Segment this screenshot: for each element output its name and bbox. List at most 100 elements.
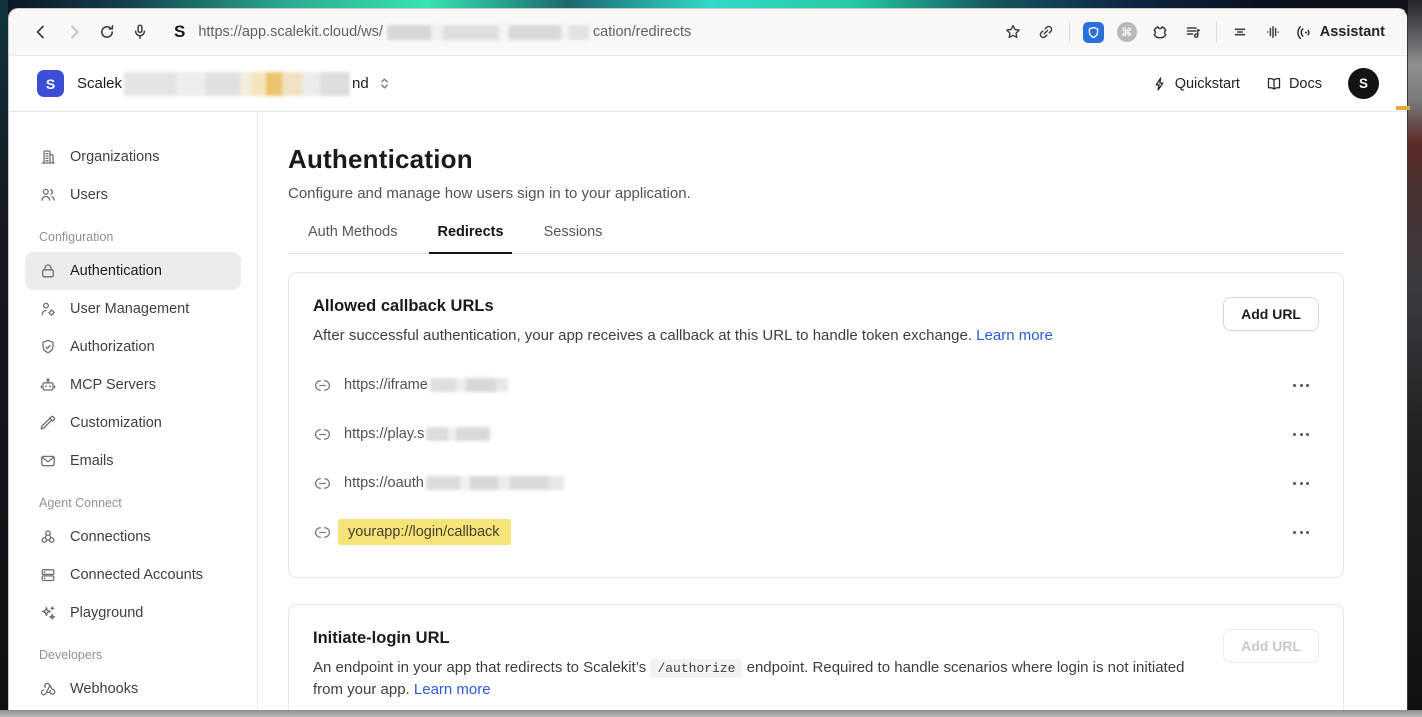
- url-row-menu-button[interactable]: [1291, 476, 1311, 491]
- toolbar-separator: [1216, 21, 1217, 43]
- card-description: After successful authentication, your ap…: [313, 325, 1053, 347]
- sidebar-item-label: Webhooks: [70, 681, 138, 697]
- sidebar-item-emails[interactable]: Emails: [25, 442, 241, 480]
- assistant-label: Assistant: [1320, 24, 1385, 40]
- sidebar-item-users[interactable]: Users: [25, 176, 241, 214]
- quickstart-button[interactable]: Quickstart: [1152, 76, 1240, 92]
- sidebar-item-label: Playground: [70, 605, 143, 621]
- workspace-environment-switcher[interactable]: Scalek nd: [77, 72, 392, 96]
- sidebar: Organizations Users Configuration Authen…: [9, 112, 258, 717]
- sidebar-item-connections[interactable]: Connections: [25, 518, 241, 556]
- equalizer-icon[interactable]: [1263, 22, 1283, 42]
- url-redacted-part: [426, 476, 564, 490]
- sidebar-item-playground[interactable]: Playground: [25, 594, 241, 632]
- initiate-login-url-card: Initiate-login URL An endpoint in your a…: [288, 604, 1344, 717]
- url-prefix: https://app.scalekit.cloud/ws/: [198, 24, 383, 40]
- user-gear-icon: [39, 300, 57, 318]
- authorize-code-chip: /authorize: [650, 659, 742, 678]
- sidebar-item-label: Users: [70, 187, 108, 203]
- card-description-text: An endpoint in your app that redirects t…: [313, 659, 646, 676]
- learn-more-link[interactable]: Learn more: [414, 681, 491, 698]
- sidebar-item-customization[interactable]: Customization: [25, 404, 241, 442]
- link-icon: [313, 523, 332, 542]
- quickstart-label: Quickstart: [1175, 76, 1240, 92]
- paintbrush-icon: [39, 414, 57, 432]
- sidebar-item-user-management[interactable]: User Management: [25, 290, 241, 328]
- add-url-button-disabled[interactable]: Add URL: [1223, 629, 1319, 663]
- browser-toolbar: S https://app.scalekit.cloud/ws/ cation/…: [9, 9, 1407, 56]
- reader-mode-icon[interactable]: [1230, 22, 1250, 42]
- assistant-wave-icon: [1296, 24, 1313, 41]
- card-header: Allowed callback URLs After successful a…: [313, 297, 1319, 347]
- link-icon: [313, 474, 332, 493]
- workspace-name-prefix: Scalek: [77, 75, 122, 92]
- robot-icon: [39, 376, 57, 394]
- url-row-menu-button[interactable]: [1291, 525, 1311, 540]
- url-redacted-part: [430, 378, 508, 392]
- assistant-button[interactable]: Assistant: [1296, 24, 1385, 41]
- sidebar-item-connected-accounts[interactable]: Connected Accounts: [25, 556, 241, 594]
- url-suffix: cation/redirects: [593, 24, 691, 40]
- lock-icon: [39, 262, 57, 280]
- browser-window: S https://app.scalekit.cloud/ws/ cation/…: [8, 8, 1408, 717]
- workspace-name-suffix: nd: [352, 75, 369, 92]
- sidebar-item-mcp-servers[interactable]: MCP Servers: [25, 366, 241, 404]
- copy-link-icon[interactable]: [1036, 22, 1056, 42]
- url-visible-part: https://iframe: [344, 377, 428, 393]
- sidebar-item-label: Connections: [70, 529, 151, 545]
- allowed-callback-urls-card: Allowed callback URLs After successful a…: [288, 272, 1344, 578]
- callback-url-text-highlighted: yourapp://login/callback: [338, 519, 511, 545]
- forward-icon[interactable]: [64, 22, 84, 42]
- user-avatar[interactable]: S: [1348, 68, 1379, 99]
- tab-redirects[interactable]: Redirects: [437, 224, 503, 253]
- browser-toolbar-right: ⌘ Assistant: [1003, 21, 1385, 43]
- envelope-icon: [39, 452, 57, 470]
- learn-more-link[interactable]: Learn more: [976, 327, 1053, 344]
- building-icon: [39, 148, 57, 166]
- sidebar-section-agent-connect: Agent Connect: [25, 496, 241, 510]
- media-playlist-icon[interactable]: [1183, 22, 1203, 42]
- callback-url-row: https://play.s: [313, 410, 1319, 459]
- sidebar-item-authorization[interactable]: Authorization: [25, 328, 241, 366]
- sidebar-section-configuration: Configuration: [25, 230, 241, 244]
- url-visible-part: https://oauth: [344, 475, 424, 491]
- bookmark-star-icon[interactable]: [1003, 22, 1023, 42]
- url-row-menu-button[interactable]: [1291, 427, 1311, 442]
- browser-nav-buttons: [31, 22, 150, 42]
- cluster-icon: [39, 528, 57, 546]
- sidebar-item-label: Authorization: [70, 339, 155, 355]
- callback-url-text: https://play.s: [344, 426, 490, 442]
- add-url-button[interactable]: Add URL: [1223, 297, 1319, 331]
- workspace-redacted-segment: [124, 72, 350, 96]
- callback-url-text: https://iframe: [344, 377, 508, 393]
- mic-icon[interactable]: [130, 22, 150, 42]
- command-extension-icon[interactable]: ⌘: [1117, 22, 1137, 42]
- url-row-menu-button[interactable]: [1291, 378, 1311, 393]
- bitwarden-shield-icon[interactable]: [1083, 22, 1104, 43]
- reload-icon[interactable]: [97, 22, 117, 42]
- sidebar-item-label: User Management: [70, 301, 189, 317]
- address-bar[interactable]: https://app.scalekit.cloud/ws/ cation/re…: [198, 24, 691, 40]
- app-header: S Scalek nd Quickstart Docs: [9, 56, 1407, 112]
- stacked-servers-icon: [39, 566, 57, 584]
- card-title: Allowed callback URLs: [313, 297, 1053, 316]
- sidebar-item-organizations[interactable]: Organizations: [25, 138, 241, 176]
- sidebar-item-authentication[interactable]: Authentication: [25, 252, 241, 290]
- tab-sessions[interactable]: Sessions: [544, 224, 603, 253]
- back-icon[interactable]: [31, 22, 51, 42]
- extension-icon[interactable]: [1150, 22, 1170, 42]
- tab-auth-methods[interactable]: Auth Methods: [308, 224, 397, 253]
- users-icon: [39, 186, 57, 204]
- webhook-icon: [39, 680, 57, 698]
- sidebar-item-label: Emails: [70, 453, 114, 469]
- docs-label: Docs: [1289, 76, 1322, 92]
- docs-button[interactable]: Docs: [1266, 76, 1322, 92]
- sidebar-item-webhooks[interactable]: Webhooks: [25, 670, 241, 708]
- card-header-text: Allowed callback URLs After successful a…: [313, 297, 1053, 347]
- wallpaper-accent-dash: [1396, 106, 1410, 110]
- card-header-text: Initiate-login URL An endpoint in your a…: [313, 629, 1213, 701]
- sparkles-icon: [39, 604, 57, 622]
- callback-url-list: https://iframe https://play.s: [313, 361, 1319, 557]
- main-content: Authentication Configure and manage how …: [258, 112, 1407, 717]
- page-subtitle: Configure and manage how users sign in t…: [288, 185, 1344, 202]
